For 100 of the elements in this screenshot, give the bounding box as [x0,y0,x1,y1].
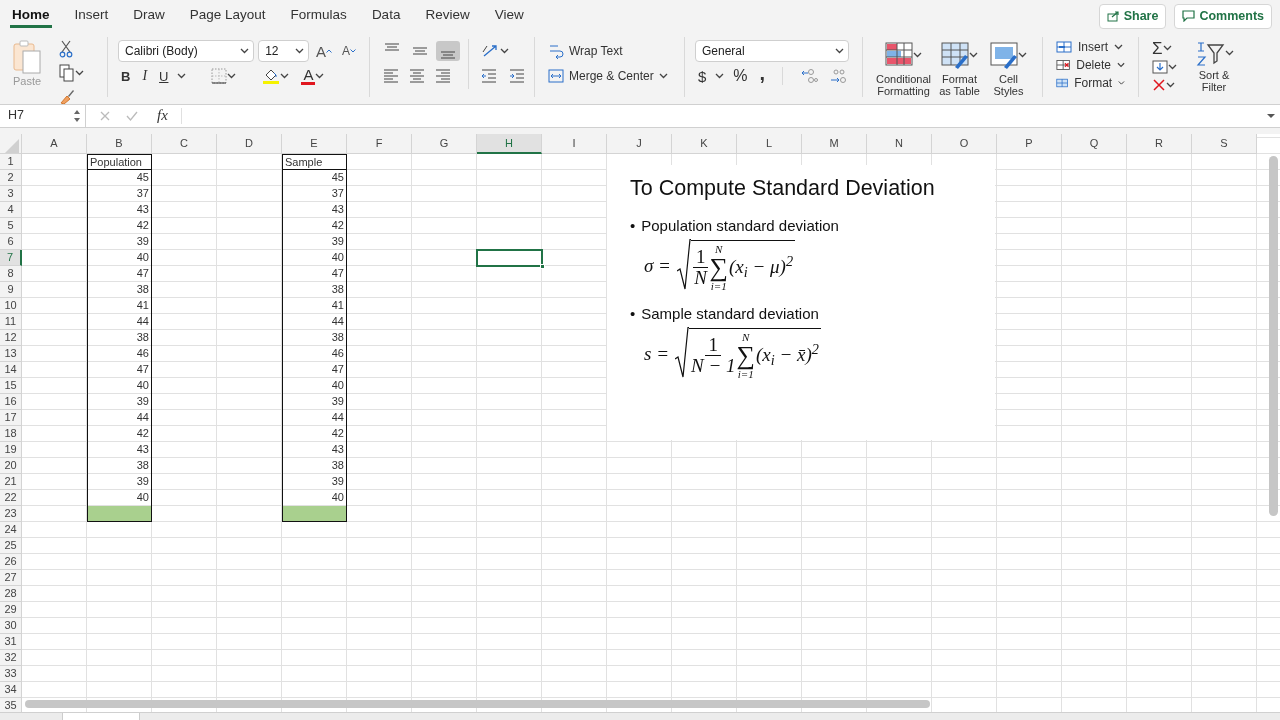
row-header[interactable]: 24 [0,522,22,538]
ribbon-tab[interactable]: Page Layout [187,3,268,28]
row-header[interactable]: 8 [0,266,22,282]
row-header[interactable]: 27 [0,570,22,586]
table-cell: 40 [87,250,152,266]
vertical-scrollbar[interactable] [1269,156,1278,516]
column-header[interactable]: S [1192,134,1257,154]
number-format-dropdown[interactable]: General [695,40,849,63]
column-header[interactable]: D [217,134,282,154]
column-header[interactable]: O [932,134,997,154]
column-header[interactable]: A [22,134,87,154]
row-header[interactable]: 16 [0,394,22,410]
increase-font-button[interactable]: A [312,42,335,60]
row-header[interactable]: 6 [0,234,22,250]
column-header[interactable]: K [672,134,737,154]
cell-styles-button[interactable]: Cell Styles [985,40,1032,97]
row-header[interactable]: 25 [0,538,22,554]
insert-function-button[interactable]: fx [154,107,171,125]
underline-button[interactable]: U [156,68,172,84]
column-header[interactable]: B [87,134,152,154]
row-header[interactable]: 17 [0,410,22,426]
row-header[interactable]: 32 [0,650,22,666]
ribbon-tab[interactable]: View [492,3,526,28]
row-header[interactable]: 22 [0,490,22,506]
row-header[interactable]: 12 [0,330,22,346]
merge-center-button[interactable]: Merge & Center [545,68,671,85]
comments-button[interactable]: Comments [1174,4,1272,29]
column-header[interactable]: F [347,134,412,154]
cancel-icon [100,110,110,121]
row-header[interactable]: 30 [0,618,22,634]
ribbon-tab[interactable]: Data [369,3,403,28]
row-header[interactable]: 14 [0,362,22,378]
row-header[interactable]: 9 [0,282,22,298]
row-header[interactable]: 2 [0,170,22,186]
autosum-button[interactable]: Σ [1149,38,1180,58]
horizontal-scrollbar[interactable] [25,700,930,708]
align-bottom-button[interactable] [436,41,460,62]
ribbon-tab[interactable]: Home [10,3,52,28]
column-header[interactable]: N [867,134,932,154]
column-header[interactable]: P [997,134,1062,154]
row-header[interactable]: 18 [0,426,22,442]
currency-button[interactable]: $ [695,67,710,85]
percent-button[interactable]: % [730,67,751,86]
column-header[interactable]: C [152,134,217,154]
conditional-formatting-button[interactable]: Conditional Formatting [873,40,935,97]
column-header[interactable]: H [477,134,542,154]
row-header[interactable]: 28 [0,586,22,602]
row-header[interactable]: 7 [0,250,22,266]
ribbon-tab[interactable]: Review [423,3,472,28]
row-header[interactable]: 5 [0,218,22,234]
row-header[interactable]: 20 [0,458,22,474]
format-cells-button[interactable]: Format [1053,74,1128,91]
ribbon-tab[interactable]: Insert [72,3,111,28]
comma-style-button[interactable]: , [756,66,769,86]
row-header[interactable]: 4 [0,202,22,218]
ribbon-tab[interactable]: Formulas [288,3,349,28]
share-button[interactable]: Share [1098,4,1167,29]
row-header[interactable]: 11 [0,314,22,330]
decrease-font-button[interactable]: A [339,44,359,59]
name-box[interactable]: H7 [0,104,86,127]
decimal-right-icon [830,68,849,85]
row-header[interactable]: 3 [0,186,22,202]
font-name-dropdown[interactable]: Calibri (Body) [118,40,255,63]
table-cell: 45 [282,170,347,186]
column-header[interactable]: L [737,134,802,154]
active-cell[interactable] [477,250,542,266]
row-header[interactable]: 1 [0,154,22,170]
column-header[interactable]: E [282,134,347,154]
column-header[interactable]: G [412,134,477,154]
wrap-text-button[interactable]: Wrap Text [545,42,626,61]
column-header[interactable]: M [802,134,867,154]
caret-icon [658,73,668,80]
row-header[interactable]: 13 [0,346,22,362]
row-header[interactable]: 33 [0,666,22,682]
ribbon-tab[interactable]: Draw [131,3,167,28]
row-header[interactable]: 19 [0,442,22,458]
font-color-button[interactable]: A [298,66,328,86]
sheet-tab[interactable] [62,713,140,720]
table-cell: 40 [282,378,347,394]
row-header[interactable]: 23 [0,506,22,522]
row-header[interactable]: 31 [0,634,22,650]
comment-icon [1182,10,1196,23]
italic-button[interactable]: I [139,68,151,85]
row-header[interactable]: 10 [0,298,22,314]
row-header[interactable]: 26 [0,554,22,570]
insert-cells-button[interactable]: Insert [1053,38,1128,55]
row-header[interactable]: 21 [0,474,22,490]
sort-filter-button[interactable]: Sort & Filter [1189,38,1239,93]
row-header[interactable]: 34 [0,682,22,698]
column-header[interactable]: Q [1062,134,1127,154]
column-header[interactable]: J [607,134,672,154]
column-header[interactable]: I [542,134,607,154]
format-as-table-button[interactable]: Format as Table [936,40,983,97]
checkmark-icon [126,110,138,121]
delete-cells-button[interactable]: Delete [1053,56,1128,73]
font-size-dropdown[interactable]: 12 [258,40,309,63]
row-header[interactable]: 15 [0,378,22,394]
column-header[interactable]: R [1127,134,1192,154]
row-header[interactable]: 29 [0,602,22,618]
bold-button[interactable]: B [118,68,134,84]
